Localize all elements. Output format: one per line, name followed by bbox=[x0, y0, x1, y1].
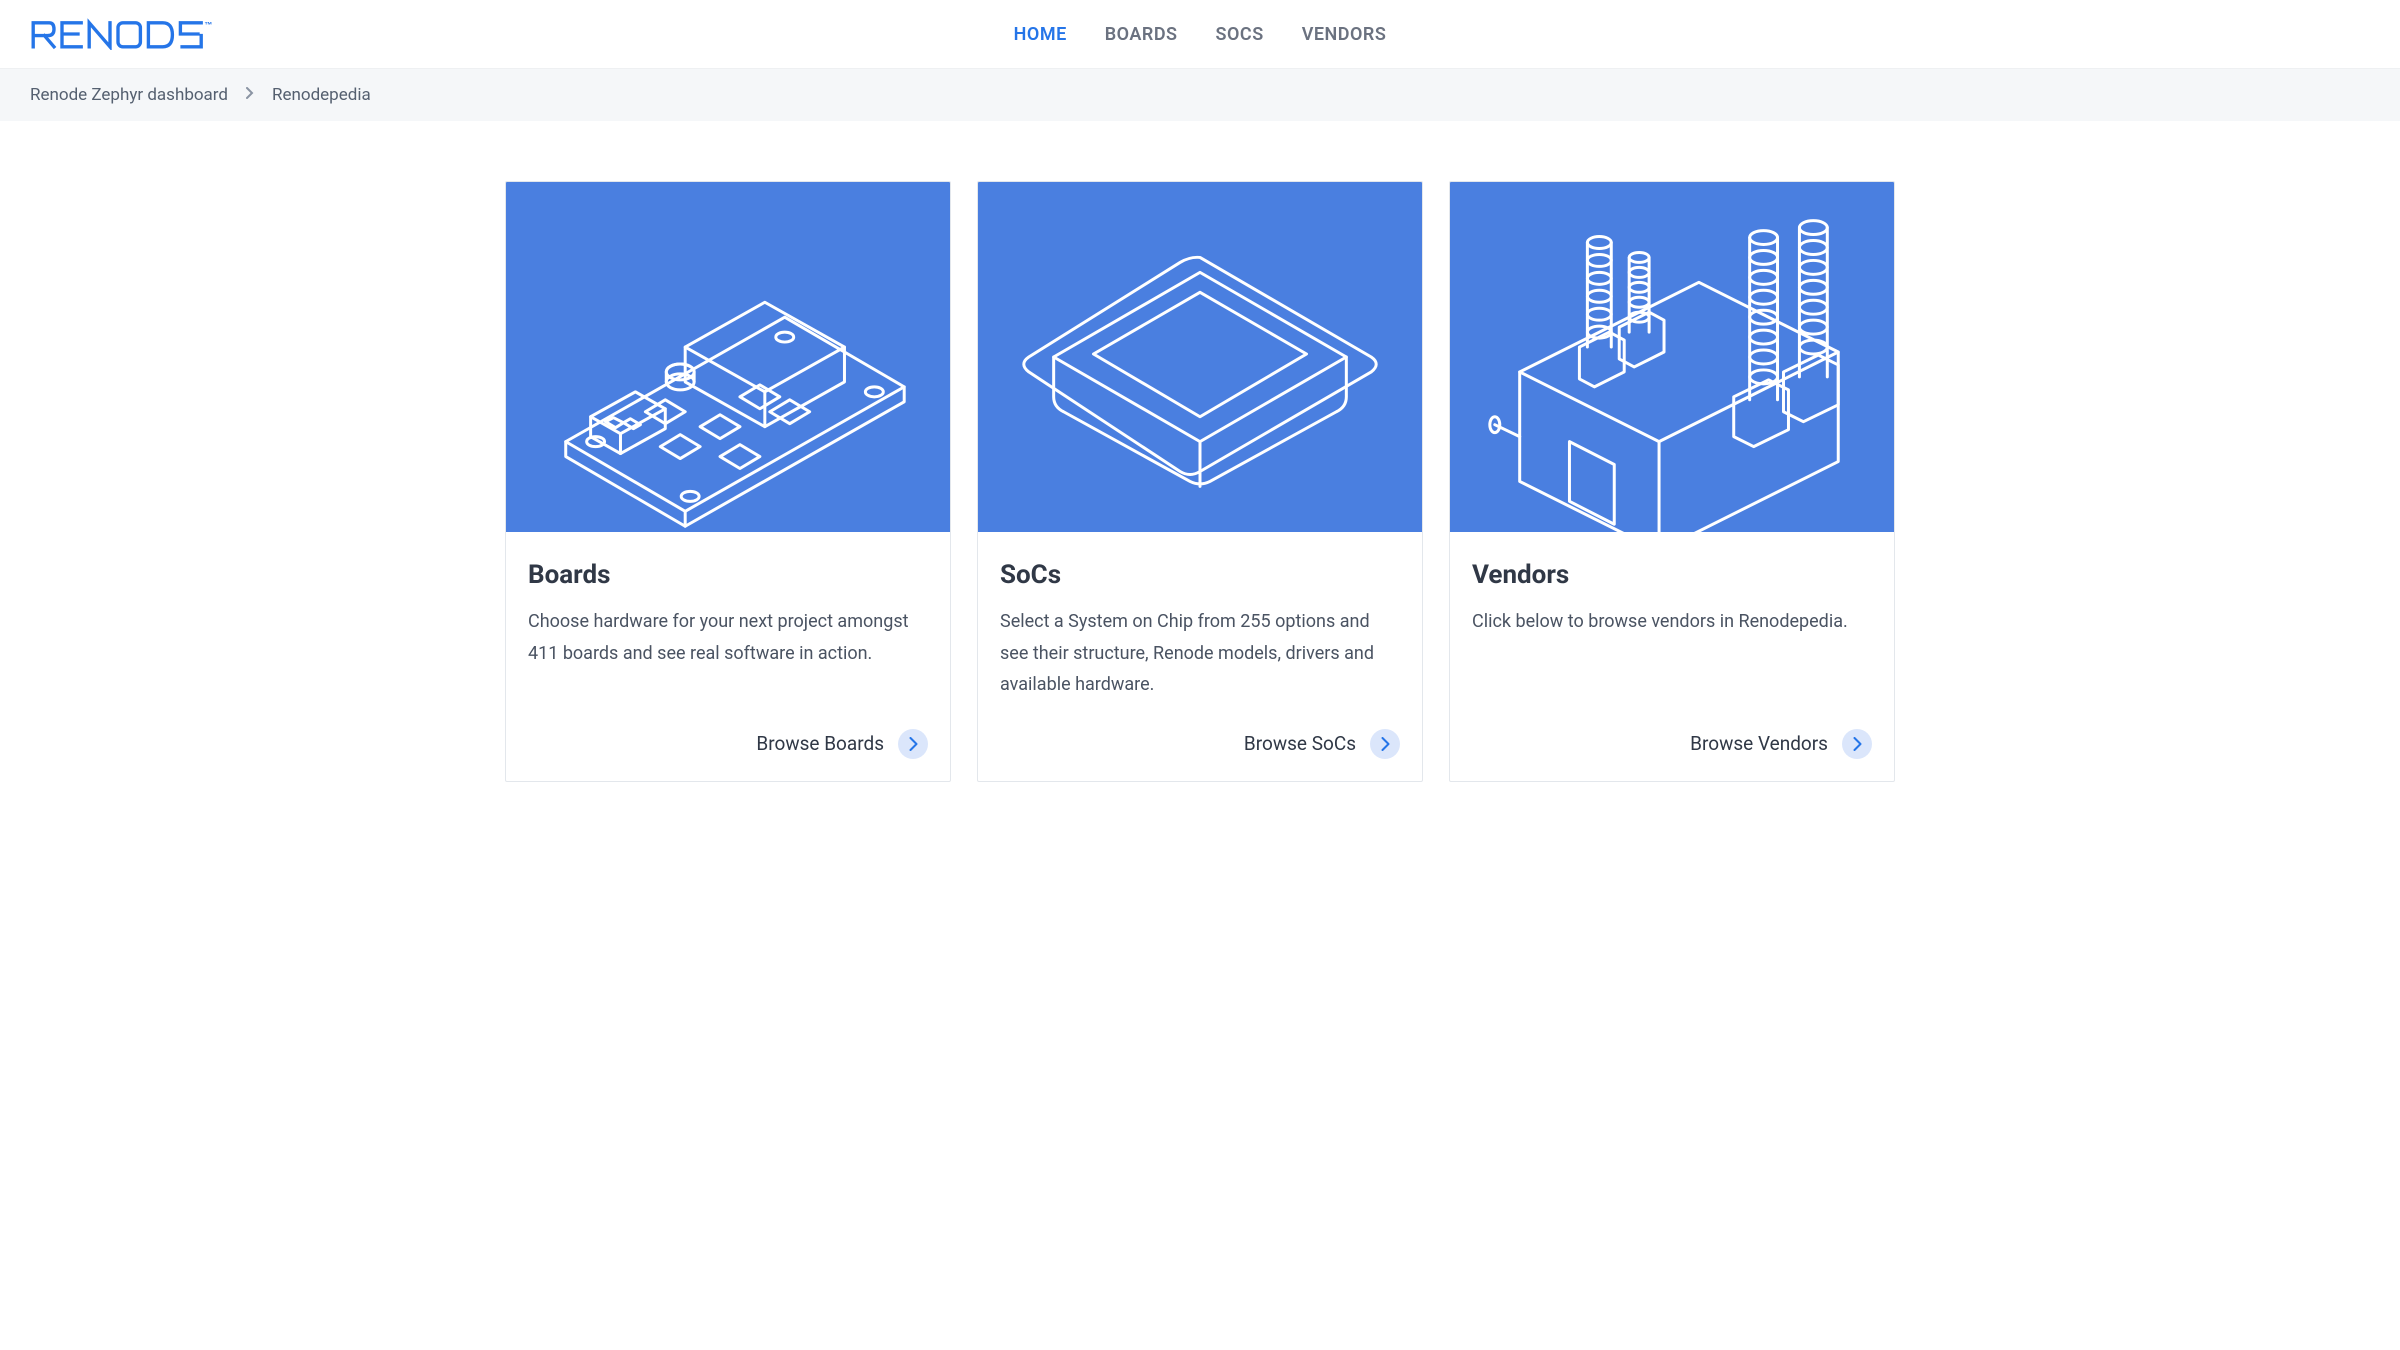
browse-socs-link[interactable]: Browse SoCs bbox=[1000, 729, 1400, 759]
card-socs-body: SoCs Select a System on Chip from 255 op… bbox=[978, 532, 1422, 781]
nav-boards[interactable]: BOARDS bbox=[1105, 24, 1178, 45]
card-vendors-title: Vendors bbox=[1472, 560, 1872, 590]
browse-vendors-label: Browse Vendors bbox=[1690, 732, 1828, 755]
vendor-icon bbox=[1450, 182, 1894, 532]
breadcrumb-item-renodepedia[interactable]: Renodepedia bbox=[272, 85, 371, 105]
browse-boards-label: Browse Boards bbox=[756, 732, 884, 755]
chevron-right-icon bbox=[1842, 729, 1872, 759]
nav-vendors[interactable]: VENDORS bbox=[1302, 24, 1387, 45]
main-header: ™ HOME BOARDS SOCS VENDORS bbox=[0, 0, 2400, 69]
breadcrumb-item-dashboard[interactable]: Renode Zephyr dashboard bbox=[30, 85, 228, 105]
chevron-right-icon bbox=[246, 87, 254, 103]
main-nav: HOME BOARDS SOCS VENDORS bbox=[1014, 24, 1387, 45]
brand-logo[interactable]: ™ bbox=[30, 18, 238, 50]
card-socs: SoCs Select a System on Chip from 255 op… bbox=[977, 181, 1423, 782]
card-boards-title: Boards bbox=[528, 560, 928, 590]
soc-icon bbox=[978, 182, 1422, 532]
nav-home[interactable]: HOME bbox=[1014, 24, 1067, 45]
card-vendors-description: Click below to browse vendors in Renodep… bbox=[1472, 606, 1872, 701]
card-vendors-body: Vendors Click below to browse vendors in… bbox=[1450, 532, 1894, 781]
card-socs-title: SoCs bbox=[1000, 560, 1400, 590]
svg-text:™: ™ bbox=[204, 21, 213, 30]
card-boards-body: Boards Choose hardware for your next pro… bbox=[506, 532, 950, 781]
card-socs-description: Select a System on Chip from 255 options… bbox=[1000, 606, 1400, 701]
cards-grid: Boards Choose hardware for your next pro… bbox=[0, 121, 2400, 812]
renode-logo-icon: ™ bbox=[30, 18, 238, 50]
browse-socs-label: Browse SoCs bbox=[1244, 732, 1356, 755]
browse-boards-link[interactable]: Browse Boards bbox=[528, 729, 928, 759]
chevron-right-icon bbox=[1370, 729, 1400, 759]
board-icon bbox=[506, 182, 950, 532]
card-vendors: Vendors Click below to browse vendors in… bbox=[1449, 181, 1895, 782]
card-boards-description: Choose hardware for your next project am… bbox=[528, 606, 928, 701]
browse-vendors-link[interactable]: Browse Vendors bbox=[1472, 729, 1872, 759]
chevron-right-icon bbox=[898, 729, 928, 759]
breadcrumb: Renode Zephyr dashboard Renodepedia bbox=[0, 69, 2400, 121]
card-boards: Boards Choose hardware for your next pro… bbox=[505, 181, 951, 782]
nav-socs[interactable]: SOCS bbox=[1216, 24, 1264, 45]
